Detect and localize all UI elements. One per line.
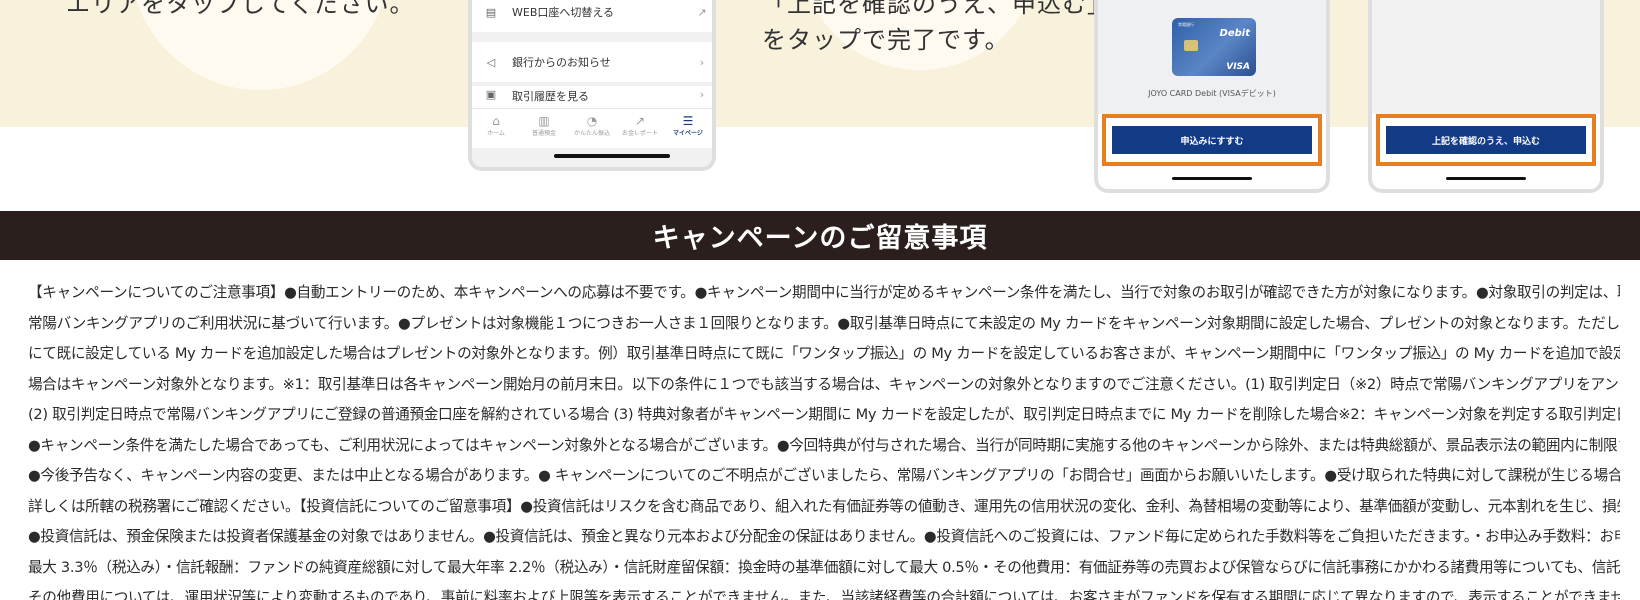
chevron-right-icon: ›	[699, 55, 705, 69]
home-indicator	[1446, 177, 1526, 180]
notice-body: 【キャンペーンについてのご注意事項】●自動エントリーのため、本キャンペーンへの応…	[28, 278, 1620, 600]
card-chip-icon	[1184, 40, 1198, 51]
tab-label: ホーム	[487, 130, 505, 137]
external-link-icon: ↗	[697, 5, 707, 19]
tab-quick-transfer[interactable]: ◔ かんたん振込	[568, 109, 616, 148]
highlight-frame: 申込みにすすむ	[1102, 114, 1322, 166]
debit-card-image: 常陽銀行 Debit VISA	[1172, 18, 1256, 76]
notice-line: 【キャンペーンについてのご注意事項】●自動エントリーのため、本キャンペーンへの応…	[28, 284, 1620, 301]
step-instruction-3-line1: 「上記を確認のうえ、申込む」	[762, 0, 1112, 18]
visa-logo: VISA	[1226, 62, 1250, 72]
confirm-apply-button[interactable]: 上記を確認のうえ、申込む	[1386, 126, 1586, 154]
menu-item-web-account[interactable]: ▤ WEB口座へ切替える ↗	[472, 0, 712, 32]
home-indicator	[1172, 177, 1252, 180]
tab-label: 普通預金	[531, 130, 556, 137]
bank-transfer-icon: ▤	[485, 5, 497, 19]
card-preview-area: 常陽銀行 Debit VISA JOYO CARD Debit (VISAデビッ…	[1098, 0, 1326, 114]
notice-line: その他費用については、運用状況等により変動するものであり、事前に料率および上限等…	[28, 589, 1620, 600]
notice-line: ●今後予告なく、キャンペーン内容の変更、または中止となる場合があります。● キャ…	[28, 467, 1620, 484]
phone-mockup-confirm: 上記を確認のうえ、申込む	[1368, 0, 1604, 193]
menu-item-label: 取引履歴を見る	[512, 90, 589, 103]
home-indicator	[554, 154, 670, 158]
notice-line: 最大 3.3％（税込み）・信託報酬：ファンドの純資産総額に対して最大年率 2.2…	[28, 558, 1620, 576]
step-instruction-3: 「上記を確認のうえ、申込む」 をタップで完了です。	[762, 0, 1112, 58]
card-bank-name: 常陽銀行	[1178, 22, 1194, 27]
tab-money-report[interactable]: ↗ お金レポート	[616, 109, 664, 148]
tab-mypage[interactable]: ☰ マイページ	[664, 109, 712, 148]
notice-line: にて既に設定している My カードを追加設定した場合はプレゼントの対象外となりま…	[28, 345, 1620, 362]
proceed-to-apply-button[interactable]: 申込みにすすむ	[1112, 126, 1312, 154]
tab-label: お金レポート	[621, 130, 658, 137]
notice-line: 場合はキャンペーン対象外となります。※1：取引基準日は各キャンペーン開始月の前月…	[28, 375, 1620, 393]
highlight-frame: 上記を確認のうえ、申込む	[1376, 114, 1596, 166]
tab-home[interactable]: ⌂ ホーム	[472, 109, 520, 148]
notice-line: ●キャンペーン条件を満たした場合であっても、ご利用状況によってはキャンペーン対象…	[28, 436, 1620, 454]
trend-icon: ↗	[634, 114, 646, 128]
card-brand: Debit	[1219, 28, 1250, 39]
menu-item-label: WEB口座へ切替える	[512, 6, 615, 19]
confirm-content-area	[1372, 0, 1600, 114]
quick-transfer-icon: ◔	[586, 114, 598, 128]
phone-mockup-mypage: ▤ WEB口座へ切替える ↗ ◁ 銀行からのお知らせ › ▣ 取引履歴を見る ›…	[468, 0, 716, 171]
notice-header-bar: キャンペーンのご留意事項	[0, 211, 1640, 260]
phone-mockup-card-apply: 常陽銀行 Debit VISA JOYO CARD Debit (VISAデビッ…	[1094, 0, 1330, 193]
tab-label: かんたん振込	[573, 130, 610, 137]
step-instruction-1: エリアをタップしてください。	[66, 0, 415, 18]
card-caption: JOYO CARD Debit (VISAデビット)	[1148, 89, 1276, 98]
notice-line: (2) 取引判定日時点で常陽バンキングアプリにご登録の普通預金口座を解約されてい…	[28, 406, 1620, 423]
tab-savings[interactable]: ▥ 普通預金	[520, 109, 568, 148]
notice-line: 詳しくは所轄の税務署にご確認ください。【投資信託についてのご留意事項】●投資信託…	[28, 497, 1620, 515]
history-icon: ▣	[485, 87, 497, 101]
notice-title: キャンペーンのご留意事項	[652, 223, 988, 254]
tab-label: マイページ	[673, 130, 703, 137]
bar-chart-icon: ▥	[538, 114, 550, 128]
notice-line: 常陽バンキングアプリのご利用状況に基づいて行います。●プレゼントは対象機能１つに…	[28, 314, 1620, 332]
step-instruction-3-line2: をタップで完了です。	[762, 26, 1010, 54]
mypage-icon: ☰	[682, 114, 694, 128]
home-icon: ⌂	[492, 114, 500, 128]
megaphone-icon: ◁	[486, 55, 496, 69]
menu-item-bank-news[interactable]: ◁ 銀行からのお知らせ ›	[472, 42, 712, 82]
menu-item-history[interactable]: ▣ 取引履歴を見る ›	[472, 86, 712, 108]
menu-item-label: 銀行からのお知らせ	[512, 56, 611, 69]
notice-line: ●投資信託は、預金保険または投資者保護基金の対象ではありません。●投資信託は、預…	[28, 528, 1620, 545]
chevron-right-icon: ›	[699, 88, 705, 101]
bottom-tab-bar: ⌂ ホーム ▥ 普通預金 ◔ かんたん振込 ↗ お金レポート ☰ マイページ	[472, 108, 712, 148]
